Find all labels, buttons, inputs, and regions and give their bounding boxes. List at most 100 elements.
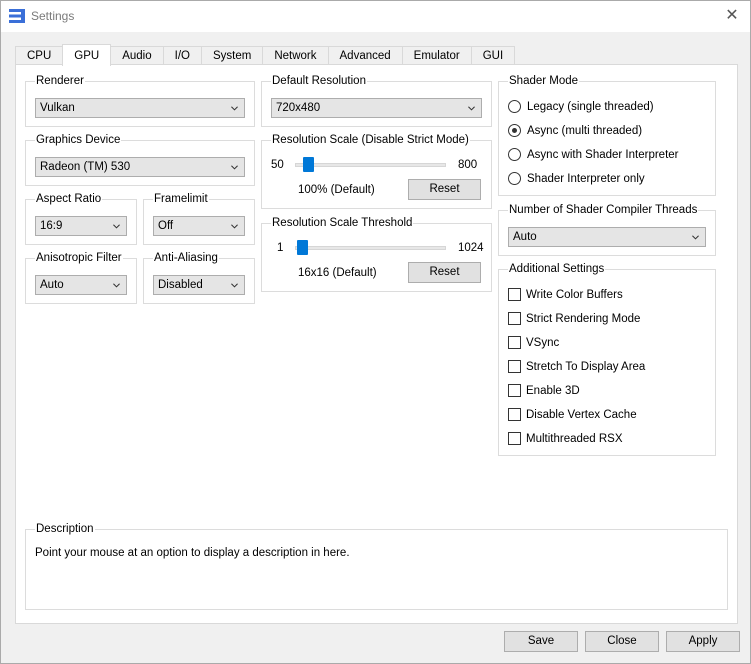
anisotropic-filter-group: Anisotropic Filter Auto — [25, 251, 137, 304]
tab-io[interactable]: I/O — [162, 46, 202, 66]
window-title: Settings — [31, 9, 75, 23]
chevron-down-icon — [231, 165, 238, 170]
tab-network[interactable]: Network — [262, 46, 329, 66]
default-resolution-group: Default Resolution 720x480 — [261, 74, 492, 127]
shader-mode-group: Shader Mode Legacy (single threaded) Asy… — [498, 74, 716, 196]
vsync-checkbox[interactable] — [508, 336, 521, 349]
additional-setting-label: Multithreaded RSX — [526, 433, 623, 445]
graphics-device-value: Radeon (TM) 530 — [40, 161, 131, 173]
anisotropic-filter-dropdown[interactable]: Auto — [35, 275, 127, 295]
close-button[interactable]: Close — [585, 631, 659, 652]
description-group: Description Point your mouse at an optio… — [25, 522, 728, 610]
resolution-scale-value: 100% (Default) — [298, 184, 375, 196]
save-button[interactable]: Save — [504, 631, 578, 652]
chevron-down-icon — [231, 283, 238, 288]
tab-emulator[interactable]: Emulator — [401, 46, 472, 66]
multithreaded-rsx-checkbox[interactable] — [508, 432, 521, 445]
additional-settings-group: Additional Settings Write Color Buffers … — [498, 262, 716, 456]
chevron-down-icon — [231, 224, 238, 229]
renderer-label: Renderer — [35, 74, 85, 88]
disable-vertex-cache-checkbox[interactable] — [508, 408, 521, 421]
additional-setting-label: Strict Rendering Mode — [526, 313, 641, 325]
tab-gui[interactable]: GUI — [470, 46, 516, 66]
resolution-threshold-min: 1 — [277, 242, 284, 254]
renderer-dropdown[interactable]: Vulkan — [35, 98, 245, 118]
compiler-threads-label: Number of Shader Compiler Threads — [508, 203, 699, 217]
anti-aliasing-label: Anti-Aliasing — [153, 251, 219, 265]
resolution-scale-reset-button[interactable]: Reset — [408, 179, 481, 200]
write-color-buffers-checkbox[interactable] — [508, 288, 521, 301]
shader-mode-option-label: Async (multi threaded) — [527, 125, 643, 137]
additional-setting-label: Enable 3D — [526, 385, 580, 397]
tab-advanced[interactable]: Advanced — [327, 46, 403, 66]
additional-setting-label: Disable Vertex Cache — [526, 409, 637, 421]
framelimit-label: Framelimit — [153, 192, 209, 206]
graphics-device-label: Graphics Device — [35, 133, 122, 147]
graphics-device-group: Graphics Device Radeon (TM) 530 — [25, 133, 255, 186]
tab-audio[interactable]: Audio — [110, 46, 164, 66]
title-bar: Settings ✕ — [1, 1, 750, 32]
apply-button[interactable]: Apply — [666, 631, 740, 652]
chevron-down-icon — [468, 106, 475, 111]
resolution-threshold-track[interactable] — [295, 246, 446, 250]
enable-3d-checkbox[interactable] — [508, 384, 521, 397]
graphics-device-dropdown[interactable]: Radeon (TM) 530 — [35, 157, 245, 177]
tab-gpu[interactable]: GPU — [62, 44, 112, 66]
aspect-ratio-group: Aspect Ratio 16:9 — [25, 192, 137, 245]
resolution-scale-slider-thumb[interactable] — [303, 157, 314, 172]
shader-mode-radio-async[interactable] — [508, 124, 521, 137]
shader-mode-radio-async-interpreter[interactable] — [508, 148, 521, 161]
resolution-scale-max: 800 — [458, 159, 478, 171]
additional-settings-label: Additional Settings — [508, 262, 606, 276]
resolution-threshold-value: 16x16 (Default) — [298, 267, 377, 279]
chevron-down-icon — [231, 106, 238, 111]
framelimit-dropdown[interactable]: Off — [153, 216, 245, 236]
resolution-threshold-max: 1024 — [458, 242, 484, 254]
compiler-threads-value: Auto — [513, 231, 537, 243]
anisotropic-filter-value: Auto — [40, 279, 64, 291]
framelimit-value: Off — [158, 220, 174, 232]
compiler-threads-dropdown[interactable]: Auto — [508, 227, 706, 247]
anti-aliasing-dropdown[interactable]: Disabled — [153, 275, 245, 295]
resolution-scale-group: Resolution Scale (Disable Strict Mode) 5… — [261, 133, 492, 209]
tab-system[interactable]: System — [200, 46, 264, 66]
resolution-threshold-slider-thumb[interactable] — [297, 240, 309, 255]
default-resolution-value: 720x480 — [276, 102, 321, 114]
default-resolution-label: Default Resolution — [271, 74, 367, 88]
shader-mode-radio-legacy[interactable] — [508, 100, 521, 113]
shader-mode-option-label: Legacy (single threaded) — [527, 101, 654, 113]
chevron-down-icon — [692, 235, 699, 240]
description-text: Point your mouse at an option to display… — [35, 547, 350, 559]
aspect-ratio-value: 16:9 — [40, 220, 63, 232]
anisotropic-filter-label: Anisotropic Filter — [35, 251, 123, 265]
framelimit-group: Framelimit Off — [143, 192, 255, 245]
additional-setting-label: Stretch To Display Area — [526, 361, 646, 373]
settings-window: Settings ✕ CPU GPU Audio I/O System Netw… — [0, 0, 751, 664]
resolution-scale-min: 50 — [271, 159, 284, 171]
default-resolution-dropdown[interactable]: 720x480 — [271, 98, 482, 118]
chevron-down-icon — [113, 283, 120, 288]
additional-setting-label: VSync — [526, 337, 560, 349]
rpcs3-logo-icon — [9, 9, 25, 23]
anti-aliasing-group: Anti-Aliasing Disabled — [143, 251, 255, 304]
resolution-scale-track[interactable] — [295, 163, 446, 167]
description-label: Description — [35, 522, 95, 536]
shader-mode-option-label: Async with Shader Interpreter — [527, 149, 679, 161]
aspect-ratio-dropdown[interactable]: 16:9 — [35, 216, 127, 236]
resolution-threshold-reset-button[interactable]: Reset — [408, 262, 481, 283]
resolution-threshold-group: Resolution Scale Threshold 1 1024 16x16 … — [261, 216, 492, 292]
resolution-scale-label: Resolution Scale (Disable Strict Mode) — [271, 133, 470, 147]
chevron-down-icon — [113, 224, 120, 229]
aspect-ratio-label: Aspect Ratio — [35, 192, 103, 206]
shader-mode-option-label: Shader Interpreter only — [527, 173, 645, 185]
gpu-settings-panel: Renderer Vulkan Graphics Device Radeon (… — [15, 64, 738, 624]
compiler-threads-group: Number of Shader Compiler Threads Auto — [498, 203, 716, 256]
renderer-group: Renderer Vulkan — [25, 74, 255, 127]
tab-cpu[interactable]: CPU — [15, 46, 64, 66]
shader-mode-radio-interpreter-only[interactable] — [508, 172, 521, 185]
close-window-icon[interactable]: ✕ — [722, 6, 742, 26]
shader-mode-label: Shader Mode — [508, 74, 580, 88]
stretch-to-display-checkbox[interactable] — [508, 360, 521, 373]
renderer-value: Vulkan — [40, 102, 75, 114]
strict-rendering-mode-checkbox[interactable] — [508, 312, 521, 325]
